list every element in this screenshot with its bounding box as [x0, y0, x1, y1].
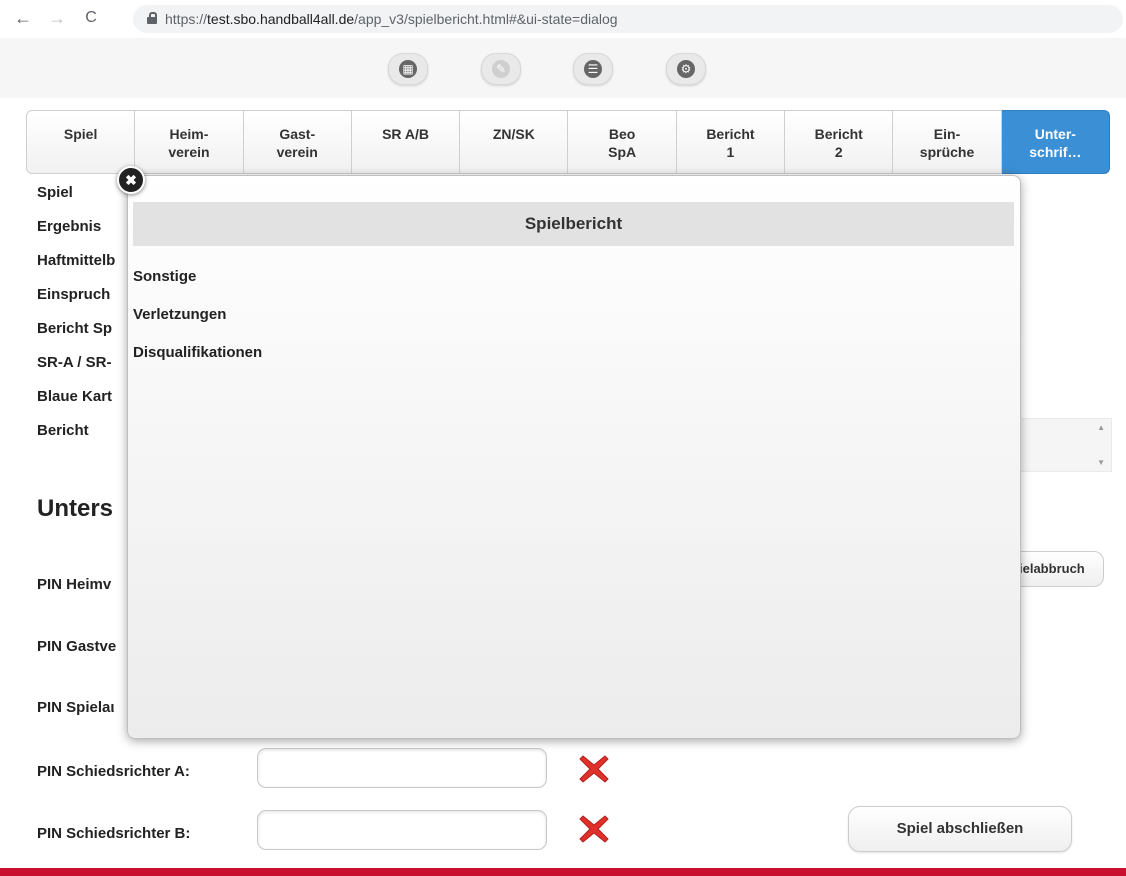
grid-icon: ▦: [399, 60, 417, 78]
tab-label-2: 2: [834, 144, 843, 160]
url-path: /app_v3/spielbericht.html#&ui-state=dial…: [354, 11, 618, 27]
back-icon[interactable]: ←: [12, 7, 34, 29]
browser-bar: ← → C https://test.sbo.handball4all.de/a…: [0, 0, 1126, 39]
edit-icon: ✎: [492, 60, 510, 78]
tab-zn-sk[interactable]: ZN/SK: [460, 110, 569, 174]
section-heading: Unters: [37, 495, 114, 522]
tab-label: Gast-: [279, 126, 316, 142]
edit-button[interactable]: ✎: [481, 53, 521, 85]
bericht-textarea[interactable]: ▲ ▼: [1016, 418, 1112, 472]
label-blaue-karte: Blaue Kart: [37, 388, 113, 405]
tab-heimverein[interactable]: Heim-verein: [135, 110, 244, 174]
footer-bar: [0, 868, 1126, 876]
tab-beo-spa[interactable]: Beo SpA: [568, 110, 677, 174]
top-toolbar: ▦ ✎ ☰ ⚙: [0, 38, 1126, 98]
url-host: test.sbo.handball4all.de: [207, 11, 355, 27]
label-ergebnis: Ergebnis: [37, 218, 102, 235]
tab-label: Unter-: [1034, 126, 1076, 142]
dialog-item-disqualifikationen[interactable]: Disqualifikationen: [133, 344, 262, 361]
address-bar[interactable]: https://test.sbo.handball4all.de/app_v3/…: [133, 5, 1123, 33]
tab-label-2: sprüche: [919, 144, 975, 160]
dialog-item-verletzungen[interactable]: Verletzungen: [133, 306, 226, 323]
pin-label-spielaufsicht: PIN Spielaι: [37, 699, 115, 716]
tab-label: ZN/SK: [492, 126, 535, 142]
label-einspruch: Einspruch: [37, 286, 111, 303]
tab-sr-ab[interactable]: SR A/B: [351, 110, 461, 174]
pin-label-gastverein: PIN Gastve: [37, 638, 117, 655]
dialog-title: Spielbericht: [133, 202, 1014, 246]
tab-spiel[interactable]: Spiel: [26, 110, 136, 174]
close-icon[interactable]: ✖: [117, 166, 145, 194]
menu-button[interactable]: ☰: [573, 53, 613, 85]
pin-label-sr-b: PIN Schiedsrichter B:: [37, 825, 191, 842]
scroll-down-icon[interactable]: ▼: [1097, 458, 1105, 467]
url-prefix: https://: [165, 11, 208, 27]
label-bericht-spa: Bericht Sp: [37, 320, 113, 337]
summary-labels: Spiel Ergebnis Haftmittelb Einspruch Ber…: [37, 183, 115, 455]
tab-bar: Spiel Heim-verein Gast-verein SR A/B ZN/…: [26, 110, 1110, 174]
tab-label: Bericht: [706, 126, 755, 142]
url-text: https://test.sbo.handball4all.de/app_v3/…: [165, 11, 618, 27]
tab-label: Heim-: [169, 126, 209, 142]
menu-icon: ☰: [584, 60, 602, 78]
tab-bericht-1[interactable]: Bericht 1: [676, 110, 786, 174]
forward-icon[interactable]: →: [46, 7, 68, 29]
spielbericht-dialog: Spielbericht Sonstige Verletzungen Disqu…: [127, 175, 1021, 739]
dialog-item-sonstige[interactable]: Sonstige: [133, 268, 196, 285]
tab-label-2: verein: [168, 144, 210, 160]
tab-label: Spiel: [63, 126, 98, 142]
tab-label: Beo: [608, 126, 636, 142]
red-x-icon: [579, 755, 609, 783]
reload-icon[interactable]: C: [80, 7, 102, 29]
pin-label-sr-a: PIN Schiedsrichter A:: [37, 763, 190, 780]
pin-label-heimverein: PIN Heimv: [37, 576, 112, 593]
tab-einsprueche[interactable]: Ein-sprüche: [893, 110, 1002, 174]
lock-icon: [147, 12, 157, 24]
label-haftmittel: Haftmittelb: [37, 252, 116, 269]
tab-label: Ein-: [933, 126, 961, 142]
tab-label-2: 1: [726, 144, 735, 160]
gear-icon: ⚙: [677, 60, 695, 78]
tab-unterschriften[interactable]: Unter-schrif…: [1001, 110, 1110, 174]
grid-button[interactable]: ▦: [388, 53, 428, 85]
spiel-abschliessen-button[interactable]: Spiel abschließen: [848, 806, 1072, 852]
scroll-up-icon[interactable]: ▲: [1097, 423, 1105, 432]
tab-label-2: schrif…: [1029, 144, 1082, 160]
label-spiel: Spiel: [37, 184, 73, 201]
tab-label: SR A/B: [382, 126, 429, 142]
tab-bericht-2[interactable]: Bericht 2: [785, 110, 894, 174]
label-sr: SR-A / SR-: [37, 354, 112, 371]
pin-input-sr-b[interactable]: [257, 810, 547, 850]
tab-label-2: SpA: [608, 144, 637, 160]
red-x-icon: [579, 815, 609, 843]
tab-label-2: verein: [276, 144, 318, 160]
tab-label: Bericht: [814, 126, 863, 142]
label-bericht: Bericht: [37, 422, 89, 439]
tab-gastverein[interactable]: Gast-verein: [243, 110, 352, 174]
settings-button[interactable]: ⚙: [666, 53, 706, 85]
pin-input-sr-a[interactable]: [257, 748, 547, 788]
